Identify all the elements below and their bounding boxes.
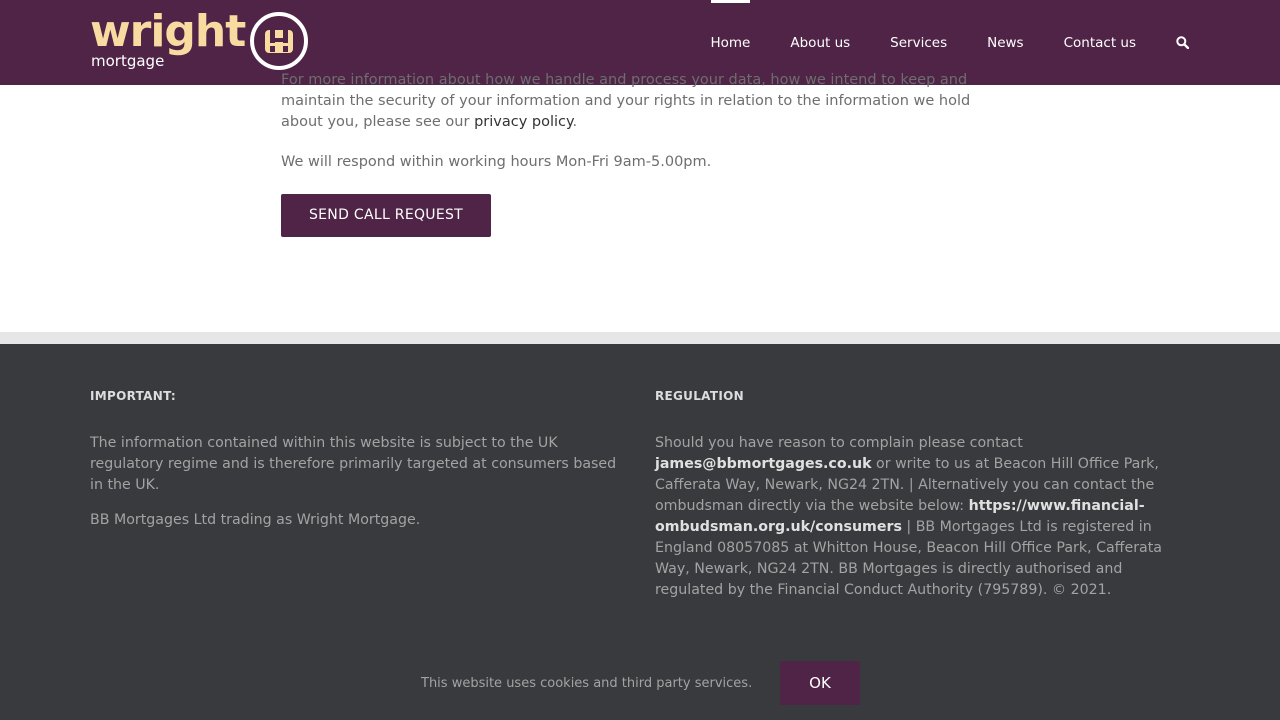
important-text: The information contained within this we…	[90, 435, 617, 493]
cookie-text: This website uses cookies and third part…	[421, 676, 753, 691]
site-logo[interactable]: wright mortgage	[90, 6, 308, 72]
search-icon[interactable]	[1176, 0, 1190, 85]
footer-important: IMPORTANT: The information contained wit…	[90, 389, 625, 531]
footer-regulation: REGULATION Should you have reason to com…	[655, 389, 1180, 601]
trading-name-text: BB Mortgages Ltd trading as Wright Mortg…	[90, 512, 421, 528]
logo-mark-icon	[250, 12, 308, 70]
nav-news[interactable]: News	[987, 0, 1023, 85]
send-call-request-button[interactable]: SEND CALL REQUEST	[281, 194, 491, 237]
regulation-heading: REGULATION	[655, 389, 744, 403]
section-divider	[0, 332, 1280, 344]
privacy-text: maintain the security of your informatio…	[281, 91, 981, 133]
response-hours-text: We will respond within working hours Mon…	[281, 154, 712, 170]
logo-text: wright mortgage	[90, 6, 246, 72]
regulation-text-1: Should you have reason to complain pleas…	[655, 435, 1023, 451]
logo-sub: mortgage	[91, 52, 165, 70]
privacy-policy-link[interactable]: privacy policy	[474, 114, 572, 130]
privacy-text-body: maintain the security of your informatio…	[281, 93, 971, 130]
regulation-text: Should you have reason to complain pleas…	[655, 433, 1180, 601]
logo-word: wright	[90, 6, 246, 57]
nav-contact-us[interactable]: Contact us	[1064, 0, 1136, 85]
complaint-email-link[interactable]: james@bbmortgages.co.uk	[655, 456, 872, 472]
important-heading: IMPORTANT:	[90, 389, 177, 403]
cookie-bar: This website uses cookies and third part…	[0, 660, 1280, 720]
contact-form-footer: For more information about how we handle…	[281, 70, 981, 237]
partial-text-line: For more information about how we handle…	[281, 72, 968, 88]
privacy-text-end: .	[572, 114, 578, 130]
cookie-ok-button[interactable]: OK	[780, 661, 860, 705]
